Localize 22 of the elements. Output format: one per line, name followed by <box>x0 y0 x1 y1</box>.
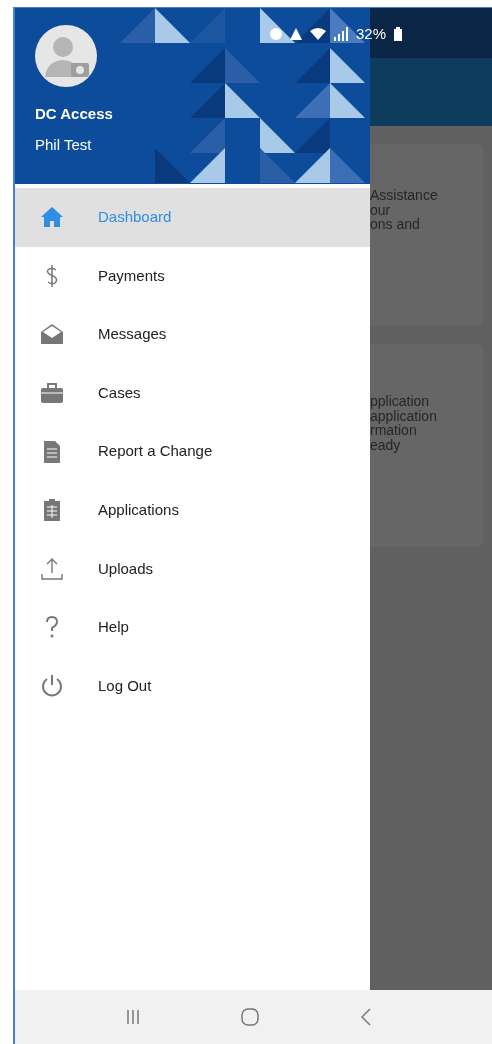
card-text: rmation <box>370 423 417 439</box>
app-name: DC Access <box>35 104 114 124</box>
user-name: Phil Test <box>35 134 93 155</box>
power-icon <box>40 674 64 699</box>
briefcase-icon <box>40 381 64 406</box>
wifi-icon <box>310 28 326 41</box>
back-icon[interactable] <box>361 1008 372 1026</box>
envelope-icon <box>40 322 64 347</box>
battery-percent: 32% <box>356 24 387 44</box>
battery-icon <box>394 27 403 42</box>
signal-icon <box>334 27 348 42</box>
card-text: eady <box>370 438 402 453</box>
home-icon[interactable] <box>241 1008 260 1026</box>
card-text: our <box>370 202 392 218</box>
home-icon <box>40 205 64 230</box>
avatar-placeholder[interactable] <box>35 25 97 87</box>
upload-icon <box>40 556 64 581</box>
card-text: pplication <box>370 394 431 409</box>
recent-apps-icon[interactable] <box>125 1009 140 1025</box>
card-text: Assistance <box>370 188 439 203</box>
card-text: ons and <box>370 217 421 233</box>
card-text: application <box>370 408 438 424</box>
